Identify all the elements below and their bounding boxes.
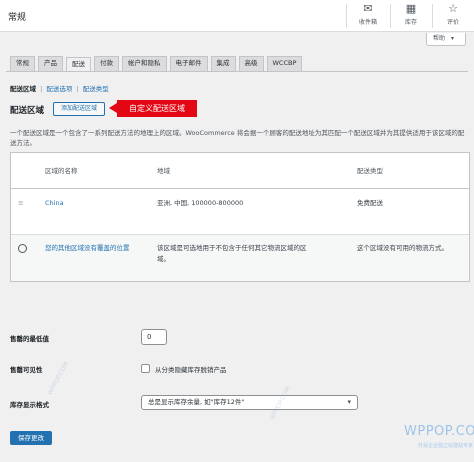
inbox-button[interactable]: ✉ 收件箱 [351, 2, 385, 26]
stock-display-label: 库存显示格式 [10, 401, 49, 409]
stock-display-value: 总是显示库存余量, 如"库存12件" [148, 398, 245, 406]
watermark-brand: WPPOP.COM [404, 424, 474, 439]
review-label: 评价 [446, 19, 459, 26]
inbox-label: 收件箱 [358, 19, 377, 26]
chevron-down-icon: ▾ [450, 35, 454, 42]
tab-shipping[interactable]: 配送 [66, 57, 91, 72]
watermark-diagonal: WPPOP.COM [46, 360, 70, 397]
settings-tabs: 常规 产品 配送 付款 帐户和隐私 电子邮件 集成 高级 WCCBP [10, 56, 305, 72]
watermark-tagline: 外贸企业独立站建站专家 [418, 443, 474, 449]
stock-display-select[interactable]: 总是显示库存余量, 如"库存12件" ▾ [141, 395, 358, 410]
top-bar: 常规 ✉ 收件箱 ▦ 库存 ☆ 评价 [0, 0, 474, 32]
rest-zone-method: 这个区域没有可用的物流方式。 [357, 244, 448, 252]
column-shipping-method: 配送类型 [357, 167, 383, 175]
callout-text: 自定义配送区域 [117, 100, 197, 117]
inventory-button[interactable]: ▦ 库存 [394, 2, 428, 26]
rest-zone-region: 该区域是可选地用于不包含于任何其它物流区域的区域。 [157, 244, 307, 263]
tab-payments[interactable]: 付款 [94, 56, 119, 71]
sublink-shipping-options[interactable]: 配送选项 [46, 85, 72, 93]
tab-emails[interactable]: 电子邮件 [169, 56, 208, 71]
tab-accounts-privacy[interactable]: 帐户和隐私 [122, 56, 167, 71]
tab-wccbp[interactable]: WCCBP [266, 56, 303, 71]
shipping-zones-heading: 配送区域 [10, 106, 45, 116]
hide-out-of-stock-label: 从分类隐藏库存脱销产品 [155, 366, 227, 374]
zone-name-link[interactable]: China [45, 198, 64, 209]
chevron-down-icon: ▾ [347, 398, 351, 406]
zones-description: 一个配送区域是一个包含了一系列配送方法的地理上的区域。WooCommerce 将… [10, 129, 465, 147]
min-stock-label: 售罄的最低值 [10, 335, 49, 343]
tab-general[interactable]: 常规 [10, 56, 35, 71]
help-label: 帮助 [433, 35, 446, 42]
sublink-shipping-zones[interactable]: 配送区域 [10, 85, 36, 93]
sublink-shipping-classes[interactable]: 配送类型 [83, 85, 109, 93]
column-region: 地域 [157, 167, 170, 175]
table-header: 区域的名称 地域 配送类型 [11, 153, 469, 189]
sublink-separator: | [40, 85, 43, 93]
inventory-icon: ▦ [405, 2, 417, 15]
top-divider [432, 4, 433, 28]
rest-zone-link[interactable]: 您的其他区域没有覆盖的位置 [45, 243, 141, 254]
tab-divider [6, 71, 468, 72]
column-zone-name: 区域的名称 [45, 167, 78, 175]
top-divider [346, 4, 347, 28]
tab-advanced[interactable]: 高级 [238, 56, 264, 71]
shipping-zones-table: 区域的名称 地域 配送类型 ≡ China 亚洲, 中国, 100000-800… [10, 152, 470, 282]
tab-integration[interactable]: 集成 [210, 56, 236, 71]
table-row: ≡ China 亚洲, 中国, 100000-800000 免费配送 [11, 189, 469, 235]
inventory-label: 库存 [404, 19, 417, 26]
table-row-rest-of-world: 您的其他区域没有覆盖的位置 该区域是可选地用于不包含于任何其它物流区域的区域。 … [11, 235, 469, 281]
review-button[interactable]: ☆ 评价 [436, 2, 470, 26]
callout-arrow [109, 103, 117, 113]
review-icon: ☆ [448, 2, 458, 15]
top-divider [390, 4, 391, 28]
shipping-sublinks: 配送区域 | 配送选项 | 配送类型 [10, 83, 109, 93]
sublink-separator: | [76, 85, 79, 93]
save-changes-button[interactable]: 保存更改 [10, 431, 52, 445]
zone-region: 亚洲, 中国, 100000-800000 [157, 199, 244, 207]
drag-handle-icon[interactable]: ≡ [18, 198, 23, 209]
visibility-label: 售罄可见性 [10, 366, 43, 374]
globe-icon [18, 243, 27, 257]
tab-products[interactable]: 产品 [38, 56, 63, 71]
zone-method: 免费配送 [357, 199, 383, 207]
inbox-icon: ✉ [363, 2, 373, 15]
add-shipping-zone-button[interactable]: 添加配送区域 [53, 102, 105, 116]
page-title: 常规 [8, 13, 27, 23]
min-stock-input[interactable]: 0 [141, 329, 167, 345]
help-button[interactable]: 帮助 ▾ [426, 33, 466, 46]
hide-out-of-stock-checkbox[interactable] [141, 364, 150, 373]
